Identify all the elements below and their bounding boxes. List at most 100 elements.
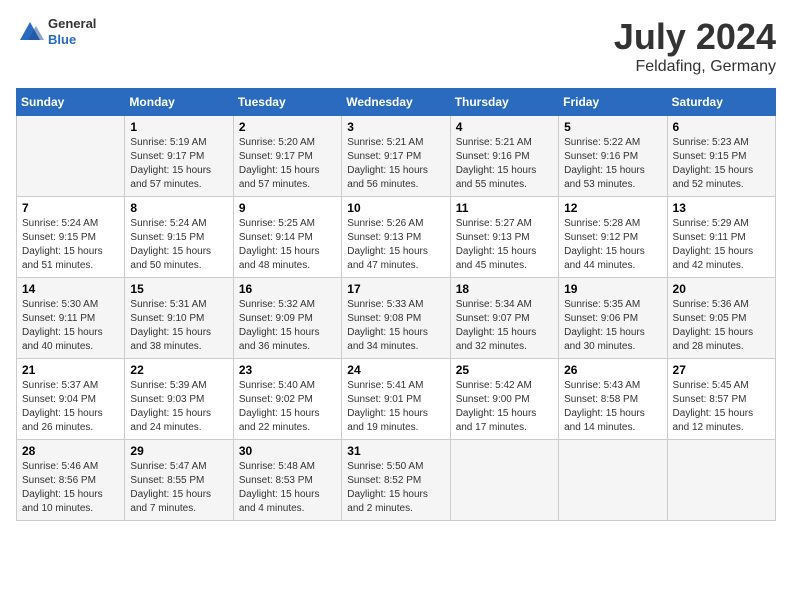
- calendar-cell: 6 Sunrise: 5:23 AMSunset: 9:15 PMDaylight…: [667, 116, 775, 197]
- day-info: Sunrise: 5:29 AMSunset: 9:11 PMDaylight:…: [673, 217, 770, 273]
- calendar-cell: 21Sunrise: 5:37 AMSunset: 9:04 PMDayligh…: [17, 359, 125, 440]
- day-info: Sunrise: 5:35 AMSunset: 9:06 PMDaylight:…: [564, 298, 661, 354]
- calendar-cell: 16 Sunrise: 5:32 AMSunset: 9:09 PMDayligh…: [233, 278, 341, 359]
- day-info: Sunrise: 5:40 AMSunset: 9:02 PMDaylight:…: [239, 379, 336, 435]
- day-info: Sunrise: 5:41 AMSunset: 9:01 PMDaylight:…: [347, 379, 444, 435]
- calendar-cell: 3 Sunrise: 5:21 AMSunset: 9:17 PMDaylight…: [342, 116, 450, 197]
- day-info: Sunrise: 5:22 AMSunset: 9:16 PMDaylight:…: [564, 136, 661, 192]
- day-info: Sunrise: 5:32 AMSunset: 9:09 PMDaylight:…: [239, 298, 336, 354]
- day-info: Sunrise: 5:31 AMSunset: 9:10 PMDaylight:…: [130, 298, 227, 354]
- calendar-cell: 4Sunrise: 5:21 AMSunset: 9:16 PMDaylight…: [450, 116, 558, 197]
- header-cell-friday: Friday: [559, 89, 667, 116]
- day-info: Sunrise: 5:47 AMSunset: 8:55 PMDaylight:…: [130, 460, 227, 516]
- day-number: 17: [347, 282, 444, 296]
- day-number: 12: [564, 201, 661, 215]
- day-info: Sunrise: 5:46 AMSunset: 8:56 PMDaylight:…: [22, 460, 119, 516]
- day-number: 2: [239, 120, 336, 134]
- day-number: 18: [456, 282, 553, 296]
- calendar-cell: 22Sunrise: 5:39 AMSunset: 9:03 PMDayligh…: [125, 359, 233, 440]
- day-info: Sunrise: 5:33 AMSunset: 9:08 PMDaylight:…: [347, 298, 444, 354]
- day-number: 19: [564, 282, 661, 296]
- day-info: Sunrise: 5:21 AMSunset: 9:17 PMDaylight:…: [347, 136, 444, 192]
- day-number: 25: [456, 363, 553, 377]
- day-info: Sunrise: 5:30 AMSunset: 9:11 PMDaylight:…: [22, 298, 119, 354]
- calendar-cell: 18 Sunrise: 5:34 AMSunset: 9:07 PMDayligh…: [450, 278, 558, 359]
- day-number: 22: [130, 363, 227, 377]
- header-cell-monday: Monday: [125, 89, 233, 116]
- week-row: 14 Sunrise: 5:30 AMSunset: 9:11 PMDayligh…: [17, 278, 776, 359]
- day-info: Sunrise: 5:26 AMSunset: 9:13 PMDaylight:…: [347, 217, 444, 273]
- calendar-cell: 30 Sunrise: 5:48 AMSunset: 8:53 PMDayligh…: [233, 440, 341, 521]
- calendar-cell: 19 Sunrise: 5:35 AMSunset: 9:06 PMDayligh…: [559, 278, 667, 359]
- week-row: 1 Sunrise: 5:19 AMSunset: 9:17 PMDaylight…: [17, 116, 776, 197]
- calendar-cell: 14 Sunrise: 5:30 AMSunset: 9:11 PMDayligh…: [17, 278, 125, 359]
- day-info: Sunrise: 5:19 AMSunset: 9:17 PMDaylight:…: [130, 136, 227, 192]
- calendar-cell: 28 Sunrise: 5:46 AMSunset: 8:56 PMDayligh…: [17, 440, 125, 521]
- calendar-cell: 17 Sunrise: 5:33 AMSunset: 9:08 PMDayligh…: [342, 278, 450, 359]
- day-number: 28: [22, 444, 119, 458]
- calendar-cell: [667, 440, 775, 521]
- day-info: Sunrise: 5:24 AMSunset: 9:15 PMDaylight:…: [22, 217, 119, 273]
- day-number: 24: [347, 363, 444, 377]
- day-number: 5: [564, 120, 661, 134]
- day-number: 16: [239, 282, 336, 296]
- day-info: Sunrise: 5:34 AMSunset: 9:07 PMDaylight:…: [456, 298, 553, 354]
- day-number: 23: [239, 363, 336, 377]
- calendar-cell: 26Sunrise: 5:43 AMSunset: 8:58 PMDayligh…: [559, 359, 667, 440]
- day-number: 10: [347, 201, 444, 215]
- day-number: 27: [673, 363, 770, 377]
- day-number: 14: [22, 282, 119, 296]
- calendar-cell: 13 Sunrise: 5:29 AMSunset: 9:11 PMDayligh…: [667, 197, 775, 278]
- week-row: 21Sunrise: 5:37 AMSunset: 9:04 PMDayligh…: [17, 359, 776, 440]
- calendar-cell: 1 Sunrise: 5:19 AMSunset: 9:17 PMDaylight…: [125, 116, 233, 197]
- page-header: General Blue July 2024 Feldafing, German…: [16, 16, 776, 76]
- day-number: 31: [347, 444, 444, 458]
- logo: General Blue: [16, 16, 96, 47]
- subtitle: Feldafing, Germany: [614, 58, 776, 76]
- day-info: Sunrise: 5:43 AMSunset: 8:58 PMDaylight:…: [564, 379, 661, 435]
- calendar-cell: 24 Sunrise: 5:41 AMSunset: 9:01 PMDayligh…: [342, 359, 450, 440]
- calendar-header: SundayMondayTuesdayWednesdayThursdayFrid…: [17, 89, 776, 116]
- calendar-cell: 29 Sunrise: 5:47 AMSunset: 8:55 PMDayligh…: [125, 440, 233, 521]
- day-number: 30: [239, 444, 336, 458]
- day-number: 11: [456, 201, 553, 215]
- day-number: 7: [22, 201, 119, 215]
- calendar-cell: 31 Sunrise: 5:50 AMSunset: 8:52 PMDayligh…: [342, 440, 450, 521]
- day-number: 4: [456, 120, 553, 134]
- header-cell-tuesday: Tuesday: [233, 89, 341, 116]
- logo-icon: [16, 18, 44, 46]
- day-info: Sunrise: 5:25 AMSunset: 9:14 PMDaylight:…: [239, 217, 336, 273]
- day-number: 9: [239, 201, 336, 215]
- calendar-cell: 15Sunrise: 5:31 AMSunset: 9:10 PMDayligh…: [125, 278, 233, 359]
- calendar-cell: 5 Sunrise: 5:22 AMSunset: 9:16 PMDaylight…: [559, 116, 667, 197]
- day-info: Sunrise: 5:50 AMSunset: 8:52 PMDaylight:…: [347, 460, 444, 516]
- header-cell-saturday: Saturday: [667, 89, 775, 116]
- week-row: 7 Sunrise: 5:24 AMSunset: 9:15 PMDaylight…: [17, 197, 776, 278]
- day-info: Sunrise: 5:36 AMSunset: 9:05 PMDaylight:…: [673, 298, 770, 354]
- day-info: Sunrise: 5:37 AMSunset: 9:04 PMDaylight:…: [22, 379, 119, 435]
- day-number: 13: [673, 201, 770, 215]
- calendar-cell: 11Sunrise: 5:27 AMSunset: 9:13 PMDayligh…: [450, 197, 558, 278]
- day-info: Sunrise: 5:20 AMSunset: 9:17 PMDaylight:…: [239, 136, 336, 192]
- day-info: Sunrise: 5:23 AMSunset: 9:15 PMDaylight:…: [673, 136, 770, 192]
- calendar-cell: 2 Sunrise: 5:20 AMSunset: 9:17 PMDaylight…: [233, 116, 341, 197]
- calendar-cell: 10 Sunrise: 5:26 AMSunset: 9:13 PMDayligh…: [342, 197, 450, 278]
- calendar-cell: [559, 440, 667, 521]
- calendar-cell: 20Sunrise: 5:36 AMSunset: 9:05 PMDayligh…: [667, 278, 775, 359]
- header-cell-sunday: Sunday: [17, 89, 125, 116]
- day-number: 8: [130, 201, 227, 215]
- logo-text: General Blue: [48, 16, 96, 47]
- day-number: 6: [673, 120, 770, 134]
- week-row: 28 Sunrise: 5:46 AMSunset: 8:56 PMDayligh…: [17, 440, 776, 521]
- day-number: 29: [130, 444, 227, 458]
- header-cell-thursday: Thursday: [450, 89, 558, 116]
- calendar-cell: 9 Sunrise: 5:25 AMSunset: 9:14 PMDaylight…: [233, 197, 341, 278]
- header-cell-wednesday: Wednesday: [342, 89, 450, 116]
- main-title: July 2024: [614, 16, 776, 58]
- logo-blue: Blue: [48, 32, 96, 48]
- header-row: SundayMondayTuesdayWednesdayThursdayFrid…: [17, 89, 776, 116]
- day-number: 1: [130, 120, 227, 134]
- day-info: Sunrise: 5:28 AMSunset: 9:12 PMDaylight:…: [564, 217, 661, 273]
- day-number: 3: [347, 120, 444, 134]
- day-info: Sunrise: 5:48 AMSunset: 8:53 PMDaylight:…: [239, 460, 336, 516]
